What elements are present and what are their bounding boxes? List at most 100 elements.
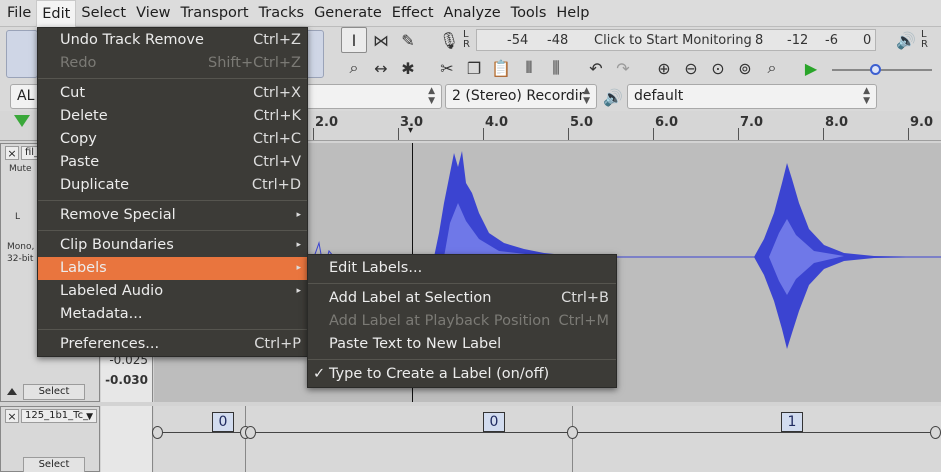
label-track-name-menu[interactable]: 125_1b1_Tc_ ▼ [21, 409, 97, 423]
menu-item-label: Remove Special [60, 207, 176, 223]
label-text-box[interactable]: 0 [483, 412, 505, 432]
menu-item-cut[interactable]: Cut Ctrl+X [38, 82, 307, 105]
recording-channels-value: 2 (Stereo) Recordir [452, 88, 585, 104]
transport-button[interactable] [6, 30, 38, 78]
menu-item-accel: Ctrl+X [253, 85, 301, 101]
menu-item-label: Delete [60, 108, 108, 124]
ruler-tick [483, 128, 484, 140]
menu-select[interactable]: Select [76, 0, 131, 27]
label-track-select-button[interactable]: Select [23, 457, 85, 472]
meter-tick: 8 [755, 33, 764, 48]
trim-icon[interactable]: ⫴ [516, 55, 542, 81]
menu-item-accel: Shift+Ctrl+Z [208, 55, 301, 71]
ruler-tick [568, 128, 569, 140]
menu-item-label: Add Label at Selection [329, 290, 492, 306]
zoom-in-icon[interactable]: ⊕ [651, 55, 677, 81]
menu-item-clip-boundaries[interactable]: Clip Boundaries ▸ [38, 234, 307, 257]
menu-item-duplicate[interactable]: Duplicate Ctrl+D [38, 174, 307, 197]
menu-file[interactable]: File [2, 0, 36, 27]
menu-item-undo[interactable]: Undo Track Remove Ctrl+Z [38, 29, 307, 52]
ruler-label: 5.0 [570, 115, 594, 130]
fit-project-icon[interactable]: ⊚ [732, 55, 758, 81]
ruler-tick [313, 128, 314, 140]
menu-item-paste[interactable]: Paste Ctrl+V [38, 151, 307, 174]
collapse-icon[interactable] [7, 388, 17, 395]
playback-device-combo[interactable]: default ▲ ▼ [627, 84, 877, 109]
menu-separator [38, 329, 307, 330]
meter-monitor-text[interactable]: Click to Start Monitoring [594, 33, 752, 48]
play-speed-slider[interactable] [832, 69, 932, 71]
close-icon[interactable]: × [5, 146, 19, 160]
close-icon[interactable]: × [5, 409, 19, 423]
zoom-out-icon[interactable]: ⊖ [678, 55, 704, 81]
cut-icon[interactable]: ✂ [434, 55, 460, 81]
menu-item-paste-text-to-new-label[interactable]: Paste Text to New Label [308, 333, 616, 356]
label-text-box[interactable]: 1 [781, 412, 803, 432]
audio-host-combo[interactable]: AL [10, 84, 40, 109]
menu-item-delete[interactable]: Delete Ctrl+K [38, 105, 307, 128]
play-speed-thumb[interactable] [870, 64, 881, 75]
menu-edit[interactable]: Edit [36, 0, 77, 27]
speaker-icon: 🔊 [603, 87, 623, 107]
menu-analyze[interactable]: Analyze [439, 0, 506, 27]
mute-button[interactable]: Mute [9, 164, 32, 174]
timeshift-tool-icon[interactable]: ↔ [368, 55, 394, 81]
menu-item-accel: Ctrl+C [252, 131, 301, 147]
menu-effect[interactable]: Effect [387, 0, 439, 27]
chevron-updown-icon: ▲ ▼ [583, 86, 590, 106]
label-boundary [245, 406, 246, 472]
silence-icon[interactable]: ⫼ [543, 55, 569, 81]
menu-item-add-label-at-selection[interactable]: Add Label at Selection Ctrl+B [308, 287, 616, 310]
label-text-box[interactable]: 0 [212, 412, 234, 432]
label-handle[interactable] [930, 426, 941, 439]
menu-item-copy[interactable]: Copy Ctrl+C [38, 128, 307, 151]
zoom-tool-icon[interactable]: ⌕ [341, 55, 367, 81]
menu-item-label: Paste [60, 154, 100, 170]
menu-item-label: Type to Create a Label (on/off) [329, 366, 550, 382]
selection-tool-icon[interactable]: I [341, 27, 367, 53]
menu-tracks[interactable]: Tracks [254, 0, 310, 27]
chevron-right-icon: ▸ [296, 263, 301, 273]
zoom-toggle-icon[interactable]: ⌕ [759, 55, 785, 81]
envelope-tool-icon[interactable]: ⋈ [368, 27, 394, 53]
menu-item-add-label-at-playback[interactable]: Add Label at Playback Position Ctrl+M [308, 310, 616, 333]
recording-channels-combo[interactable]: 2 (Stereo) Recordir ▲ ▼ [445, 84, 597, 109]
play-at-speed-icon[interactable]: ▶ [798, 55, 824, 81]
fit-selection-icon[interactable]: ⊙ [705, 55, 731, 81]
microphone-icon[interactable]: 🎙 [436, 27, 462, 53]
copy-icon[interactable]: ❐ [461, 55, 487, 81]
redo-icon[interactable]: ↷ [610, 55, 636, 81]
menu-item-remove-special[interactable]: Remove Special ▸ [38, 204, 307, 227]
recording-meter[interactable]: -54 -48 Click to Start Monitoring 8 -12 … [476, 29, 876, 51]
undo-icon[interactable]: ↶ [583, 55, 609, 81]
menu-item-type-to-create-label[interactable]: ✓ Type to Create a Label (on/off) [308, 363, 616, 386]
label-handle[interactable] [567, 426, 578, 439]
menu-transport[interactable]: Transport [176, 0, 254, 27]
menu-tools[interactable]: Tools [506, 0, 552, 27]
menu-item-labeled-audio[interactable]: Labeled Audio ▸ [38, 280, 307, 303]
menu-view[interactable]: View [131, 0, 175, 27]
chevron-down-icon: ▼ [86, 412, 93, 422]
menu-item-preferences[interactable]: Preferences... Ctrl+P [38, 333, 307, 356]
menu-item-label: Paste Text to New Label [329, 336, 502, 352]
draw-tool-icon[interactable]: ✎ [395, 27, 421, 53]
menu-help[interactable]: Help [551, 0, 594, 27]
ruler-tick [398, 128, 399, 140]
menu-item-labels[interactable]: Labels ▸ [38, 257, 307, 280]
label-handle[interactable] [152, 426, 163, 439]
speaker-icon[interactable]: 🔊 [893, 27, 919, 53]
recording-device-combo[interactable]: ▲ ▼ [306, 84, 442, 109]
label-handle[interactable] [245, 426, 256, 439]
meter-l-label: LR [463, 29, 470, 50]
label-track-area[interactable] [154, 406, 941, 472]
paste-icon[interactable]: 📋 [488, 55, 514, 81]
label-boundary [572, 406, 573, 472]
ruler-tick [823, 128, 824, 140]
menu-item-redo[interactable]: Redo Shift+Ctrl+Z [38, 52, 307, 75]
menu-generate[interactable]: Generate [309, 0, 387, 27]
track-select-button[interactable]: Select [23, 384, 85, 400]
multi-tool-icon[interactable]: ✱ [395, 55, 421, 81]
menu-item-label: Edit Labels... [329, 260, 423, 276]
menu-item-edit-labels[interactable]: Edit Labels... [308, 257, 616, 280]
menu-item-metadata[interactable]: Metadata... [38, 303, 307, 326]
